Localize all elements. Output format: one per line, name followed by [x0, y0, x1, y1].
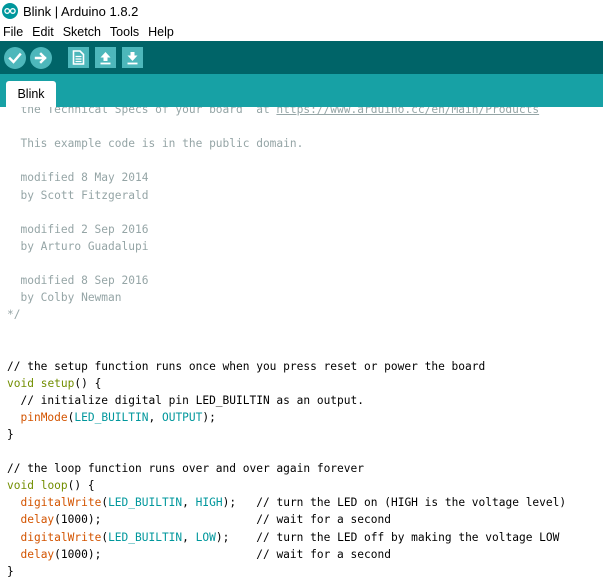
code-token: void [7, 479, 34, 493]
code-editor[interactable]: the Technical Specs of your board at htt… [0, 107, 603, 577]
code-token: (1000); // wait for a second [54, 513, 391, 527]
code-token: ); [202, 410, 216, 424]
code-token: setup [40, 376, 75, 390]
save-button[interactable] [122, 47, 143, 68]
code-token: , [148, 410, 162, 424]
code-token: (1000); // wait for a second [54, 547, 391, 561]
code-token: loop [40, 479, 68, 493]
code-token: pinMode [20, 410, 68, 424]
up-arrow-icon [100, 52, 111, 65]
code-line: pinMode(LED_BUILTIN, OUTPUT); [7, 409, 216, 426]
code-line: the Technical Specs of your board at htt… [7, 107, 539, 118]
code-token: */ [7, 308, 21, 322]
code-token: ); // turn the LED on (HIGH is the volta… [222, 496, 567, 510]
code-line: // the loop function runs over and over … [7, 460, 364, 477]
checkmark-icon [8, 52, 22, 64]
code-line: by Scott Fitzgerald [7, 187, 148, 204]
code-token: This example code is in the public domai… [7, 137, 304, 151]
new-file-icon [72, 50, 85, 65]
code-token: the Technical Specs of your board at [7, 107, 277, 116]
code-line: } [7, 426, 14, 443]
code-token: by Arturo Guadalupi [7, 239, 149, 253]
code-token: // the setup function runs once when you… [7, 359, 486, 373]
code-token: delay [20, 513, 55, 527]
code-token: delay [20, 547, 55, 561]
tab-bar: Blink [0, 74, 603, 107]
code-line: */ [7, 306, 20, 323]
right-arrow-icon [34, 51, 47, 64]
code-token: LED_BUILTIN [108, 496, 183, 510]
down-arrow-icon [127, 52, 138, 65]
toolbar [0, 41, 603, 74]
code-line: by Colby Newman [7, 289, 122, 306]
code-line: // the setup function runs once when you… [7, 358, 485, 375]
code-line: delay(1000); // wait for a second [7, 546, 391, 563]
arduino-logo-icon [2, 3, 18, 19]
code-line: digitalWrite(LED_BUILTIN, LOW); // turn … [7, 529, 559, 546]
code-token: LED_BUILTIN [74, 410, 149, 424]
verify-button[interactable] [4, 46, 26, 69]
title-bar: Blink | Arduino 1.8.2 [0, 0, 603, 22]
code-token: https://www.arduino.cc/en/Main/Products [276, 107, 540, 116]
new-button[interactable] [68, 47, 89, 68]
code-line: modified 8 Sep 2016 [7, 272, 148, 289]
code-token: by Scott Fitzgerald [7, 188, 149, 202]
menu-help[interactable]: Help [147, 24, 175, 40]
code-token: modified 8 May 2014 [7, 171, 149, 185]
window-title: Blink | Arduino 1.8.2 [23, 3, 139, 19]
code-token: , [182, 496, 196, 510]
code-token: LED_BUILTIN [108, 530, 183, 544]
code-line: void loop() { [7, 477, 95, 494]
code-token: modified 8 Sep 2016 [7, 274, 149, 287]
code-token: () { [74, 376, 102, 390]
code-token: // initialize digital pin LED_BUILTIN as… [7, 393, 364, 407]
code-token: // the loop function runs over and over … [7, 462, 364, 476]
code-line: This example code is in the public domai… [7, 135, 303, 152]
code-token: modified 2 Sep 2016 [7, 222, 149, 236]
menu-sketch[interactable]: Sketch [62, 24, 102, 40]
tab-blink[interactable]: Blink [6, 81, 56, 107]
code-line: modified 8 May 2014 [7, 169, 148, 186]
code-line: digitalWrite(LED_BUILTIN, HIGH); // turn… [7, 494, 566, 511]
menu-edit[interactable]: Edit [31, 24, 55, 40]
code-token: LOW [195, 530, 216, 544]
code-line: delay(1000); // wait for a second [7, 511, 391, 528]
code-line: by Arturo Guadalupi [7, 238, 148, 255]
code-line: modified 2 Sep 2016 [7, 221, 148, 238]
code-line: void setup() { [7, 375, 101, 392]
menu-file[interactable]: File [2, 24, 24, 40]
code-token: by Colby Newman [7, 291, 122, 305]
code-token: HIGH [195, 496, 223, 510]
code-token: } [7, 564, 14, 577]
open-button[interactable] [95, 47, 116, 68]
code-token: digitalWrite [20, 530, 102, 544]
code-line: // initialize digital pin LED_BUILTIN as… [7, 392, 364, 409]
menu-tools[interactable]: Tools [109, 24, 140, 40]
code-token: void [7, 376, 34, 390]
code-token: () { [67, 479, 95, 493]
menu-bar: File Edit Sketch Tools Help [0, 22, 603, 41]
code-line: } [7, 563, 14, 577]
code-token: digitalWrite [20, 496, 102, 510]
code-token: OUTPUT [161, 410, 203, 424]
code-token: } [7, 427, 14, 441]
upload-button[interactable] [30, 46, 52, 69]
code-token: , [182, 530, 196, 544]
code-token: ); // turn the LED off by making the vol… [215, 530, 560, 544]
